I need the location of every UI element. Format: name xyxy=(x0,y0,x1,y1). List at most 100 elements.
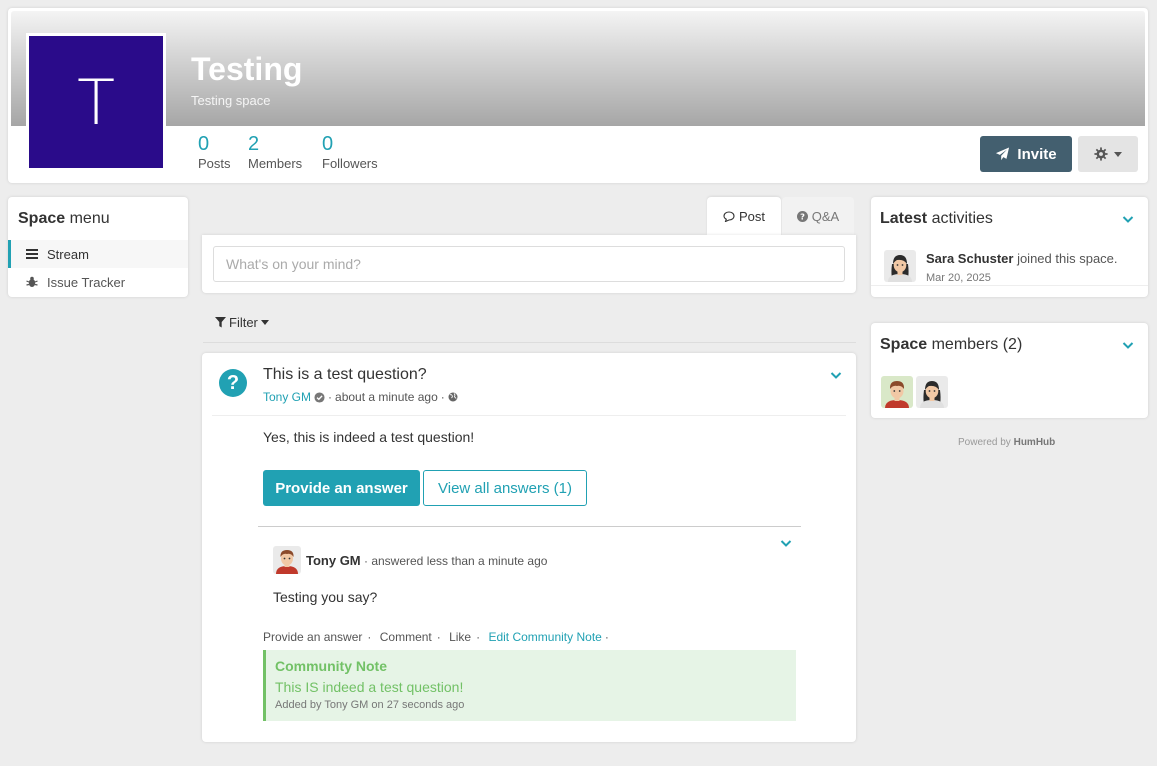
powered-brand-link[interactable]: HumHub xyxy=(1014,437,1056,448)
space-title: Testing xyxy=(191,51,303,87)
space-menu-title-bold: Space xyxy=(18,210,66,227)
space-members-title-bold: Space xyxy=(880,336,928,353)
activity-user[interactable]: Sara Schuster xyxy=(926,251,1013,266)
space-settings-dropdown[interactable] xyxy=(1078,136,1138,172)
tab-qa[interactable]: ? Q&A xyxy=(782,197,854,235)
avatar-image xyxy=(916,376,948,408)
stat-members-label: Members xyxy=(248,156,303,171)
stat-members-value: 2 xyxy=(248,133,260,155)
avatar-image xyxy=(884,250,916,282)
space-members-title: Space members (2) xyxy=(880,336,1022,354)
bars-icon xyxy=(26,249,38,259)
post-composer-input[interactable] xyxy=(213,246,845,282)
community-note-footer: Added by Tony GM on 27 seconds ago xyxy=(275,699,465,711)
answer-author[interactable]: Tony GM xyxy=(306,553,361,568)
meta-separator: · xyxy=(363,554,368,568)
post-divider xyxy=(212,415,846,416)
question-icon: ? xyxy=(219,369,247,397)
question-post: ? This is a test question? Tony GM · abo… xyxy=(202,353,856,742)
space-logo-letter: T xyxy=(77,65,115,139)
paper-plane-icon xyxy=(996,147,1010,161)
tab-qa-label: Q&A xyxy=(811,208,840,224)
composer xyxy=(202,235,856,293)
space-members-title-rest: members (2) xyxy=(931,336,1023,353)
avatar-image xyxy=(881,376,913,408)
provide-answer-button[interactable]: Provide an answer xyxy=(263,470,420,506)
stat-followers-value: 0 xyxy=(322,133,334,155)
member-avatar[interactable] xyxy=(881,376,913,408)
menu-item-issue-tracker[interactable]: Issue Tracker xyxy=(8,268,188,296)
stat-posts[interactable]: 0 Posts xyxy=(198,132,231,171)
collapse-chevron-icon[interactable] xyxy=(1121,338,1135,352)
filter-dropdown[interactable]: Filter xyxy=(215,315,269,330)
globe-icon xyxy=(448,392,458,402)
post-context-menu-chevron-icon[interactable] xyxy=(829,368,843,382)
filter-label: Filter xyxy=(229,315,258,330)
community-note-title: Community Note xyxy=(275,658,387,674)
verified-icon xyxy=(314,391,325,403)
activity-description: joined this space. xyxy=(1017,251,1118,266)
stat-posts-value: 0 xyxy=(198,133,210,155)
space-header: T Testing Testing space 0 Posts 2 Member… xyxy=(8,8,1148,183)
community-note: Community Note This IS indeed a test que… xyxy=(263,650,796,721)
action-edit-community-note[interactable]: Edit Community Note xyxy=(488,630,601,644)
invite-label: Invite xyxy=(1017,145,1057,163)
answer-meta: Tony GM · answered less than a minute ag… xyxy=(306,553,547,568)
answer-actions: Provide an answer · Comment · Like · Edit C… xyxy=(263,630,614,644)
action-separator: · xyxy=(367,630,372,644)
stat-posts-label: Posts xyxy=(198,156,231,171)
stat-followers[interactable]: 0 Followers xyxy=(322,132,378,171)
post-title: This is a test question? xyxy=(263,366,427,383)
action-provide-answer[interactable]: Provide an answer xyxy=(263,630,362,644)
tab-post-label: Post xyxy=(738,208,765,224)
community-note-text: This IS indeed a test question! xyxy=(275,679,464,695)
caret-down-icon xyxy=(1114,151,1122,157)
powered-by: Powered by HumHub xyxy=(958,437,1055,448)
menu-item-stream[interactable]: Stream xyxy=(8,240,188,268)
action-separator: · xyxy=(604,630,609,644)
space-menu-title-rest: menu xyxy=(69,210,110,227)
caret-down-icon xyxy=(260,320,269,325)
latest-activities-panel: Latest activities Sara Schuster joined t… xyxy=(871,197,1148,297)
post-author-link[interactable]: Tony GM xyxy=(263,390,311,404)
answer-time: answered less than a minute ago xyxy=(371,554,548,568)
gear-icon xyxy=(1094,147,1108,161)
action-separator: · xyxy=(476,630,481,644)
space-members-panel: Space members (2) xyxy=(871,323,1148,418)
collapse-chevron-icon[interactable] xyxy=(1121,212,1135,226)
latest-activities-title-bold: Latest xyxy=(880,210,928,227)
post-body: Yes, this is indeed a test question! xyxy=(263,429,475,445)
filter-icon xyxy=(215,317,226,328)
bug-icon xyxy=(26,276,38,287)
avatar-image xyxy=(273,546,301,574)
space-logo[interactable]: T xyxy=(26,33,166,171)
latest-activities-title: Latest activities xyxy=(880,210,993,228)
invite-button[interactable]: Invite xyxy=(980,136,1072,172)
stat-members[interactable]: 2 Members xyxy=(248,132,302,171)
avatar[interactable] xyxy=(884,250,916,282)
svg-text:?: ? xyxy=(800,211,805,221)
action-comment[interactable]: Comment xyxy=(380,630,432,644)
member-avatar[interactable] xyxy=(916,376,948,408)
latest-activities-title-rest: activities xyxy=(931,210,993,227)
menu-item-stream-label: Stream xyxy=(47,246,89,262)
activity-divider xyxy=(871,285,1148,286)
space-menu: Space menu Stream Issue Tracker xyxy=(8,197,188,297)
space-subtitle: Testing space xyxy=(191,93,271,108)
avatar[interactable] xyxy=(273,546,301,574)
answer-divider xyxy=(258,526,801,527)
view-all-answers-button[interactable]: View all answers (1) xyxy=(423,470,587,506)
tab-post[interactable]: Post xyxy=(707,197,781,235)
question-circle-icon: ? xyxy=(796,210,808,222)
comment-icon xyxy=(723,210,735,222)
answer-body: Testing you say? xyxy=(273,589,378,605)
activity-text: Sara Schuster joined this space. xyxy=(926,251,1118,266)
post-meta: Tony GM · about a minute ago · xyxy=(263,390,458,404)
action-like[interactable]: Like xyxy=(449,630,471,644)
answer-context-menu-chevron-icon[interactable] xyxy=(779,536,793,550)
activity-date: Mar 20, 2025 xyxy=(926,272,991,284)
space-menu-title: Space menu xyxy=(18,210,110,228)
menu-item-issue-tracker-label: Issue Tracker xyxy=(47,274,126,290)
post-time[interactable]: about a minute ago xyxy=(335,390,438,404)
meta-separator: · xyxy=(328,390,333,404)
